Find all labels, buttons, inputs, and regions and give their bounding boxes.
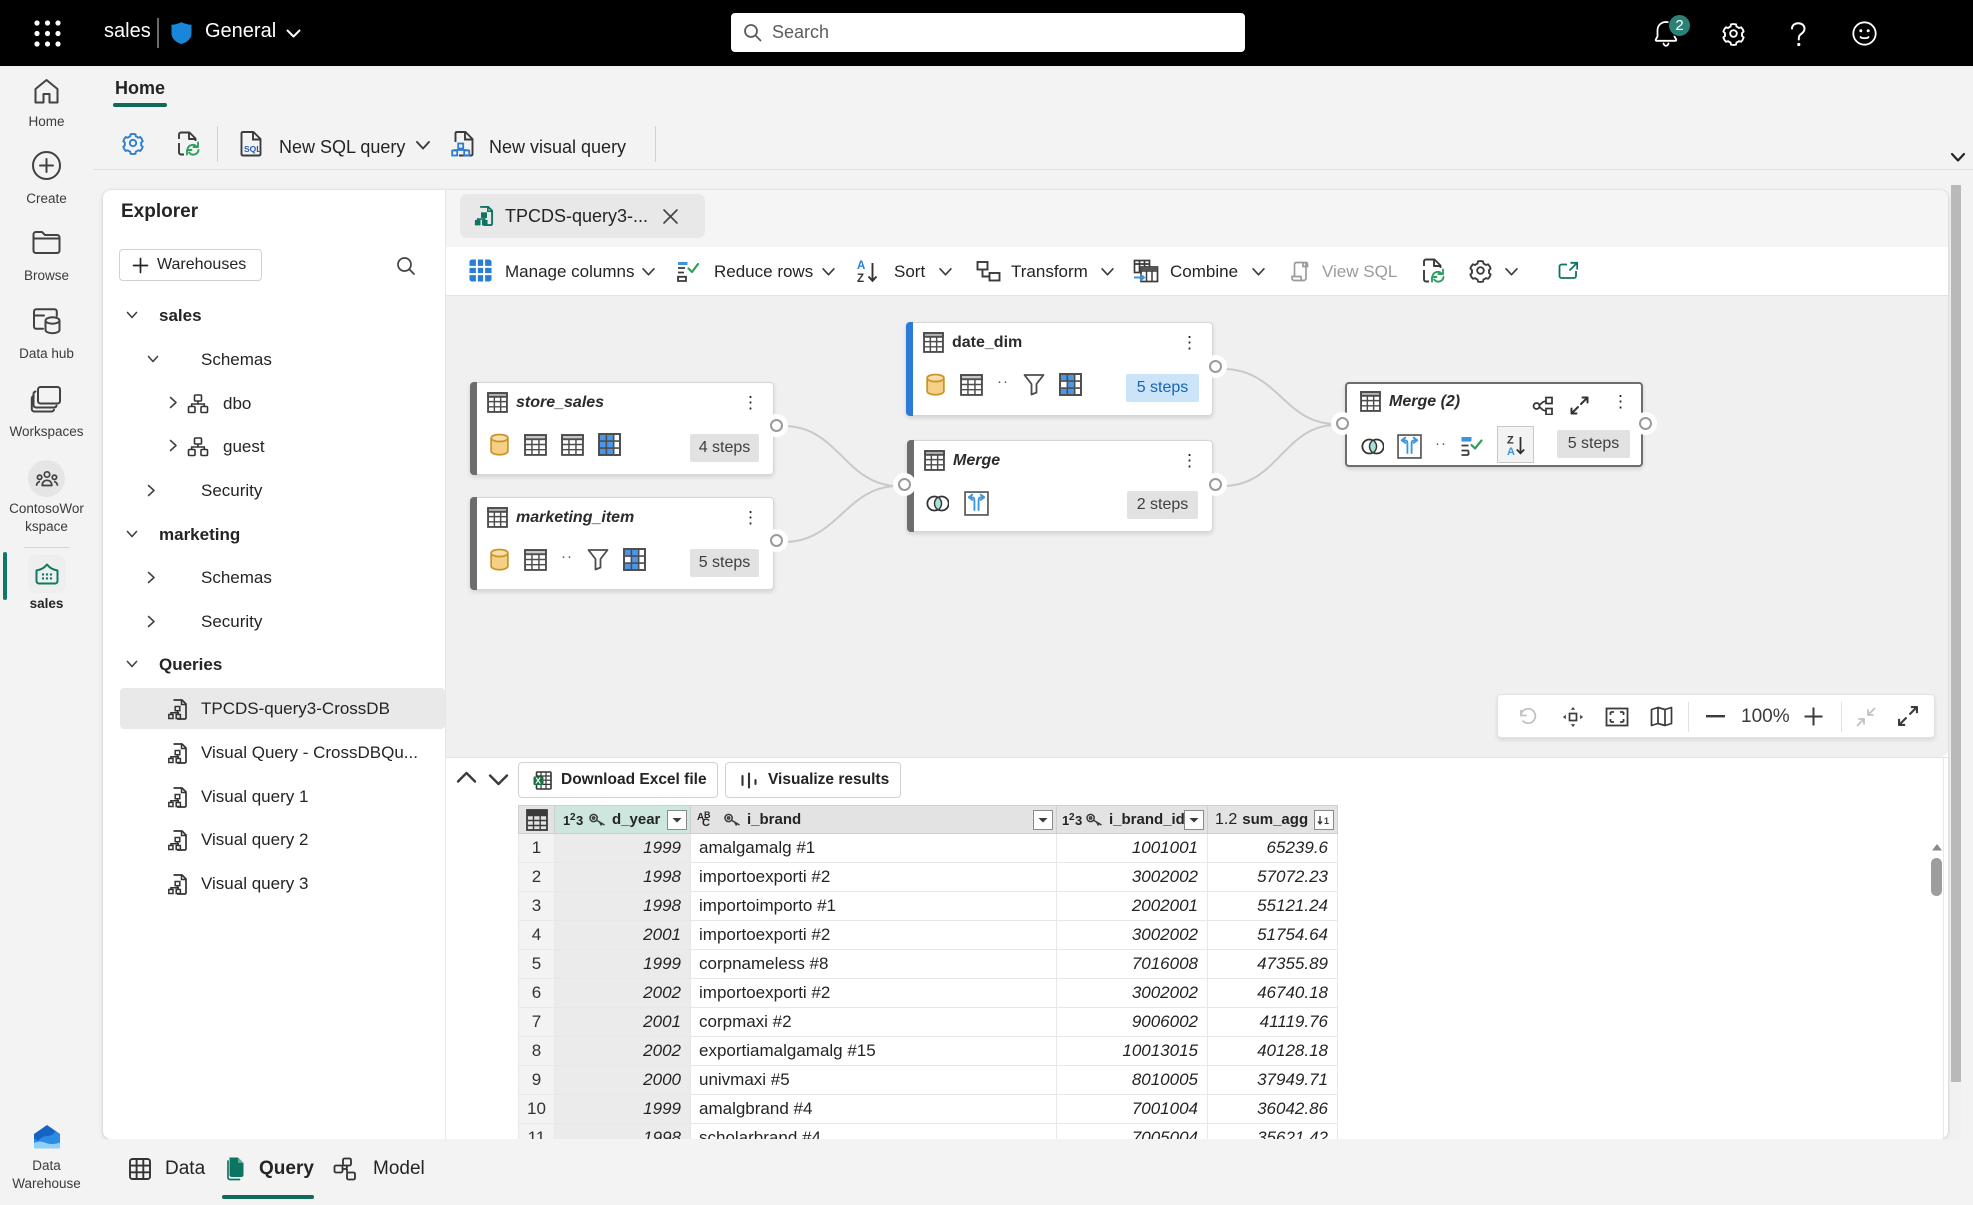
svg-text:1: 1 xyxy=(1324,816,1329,826)
svg-text:Z: Z xyxy=(857,273,864,283)
svg-text:C: C xyxy=(702,817,710,828)
svg-text:X: X xyxy=(535,775,541,785)
svg-text:3: 3 xyxy=(1075,813,1082,828)
svg-text:SQL: SQL xyxy=(244,144,261,154)
svg-text:3: 3 xyxy=(576,813,583,828)
svg-text:A: A xyxy=(857,260,865,272)
